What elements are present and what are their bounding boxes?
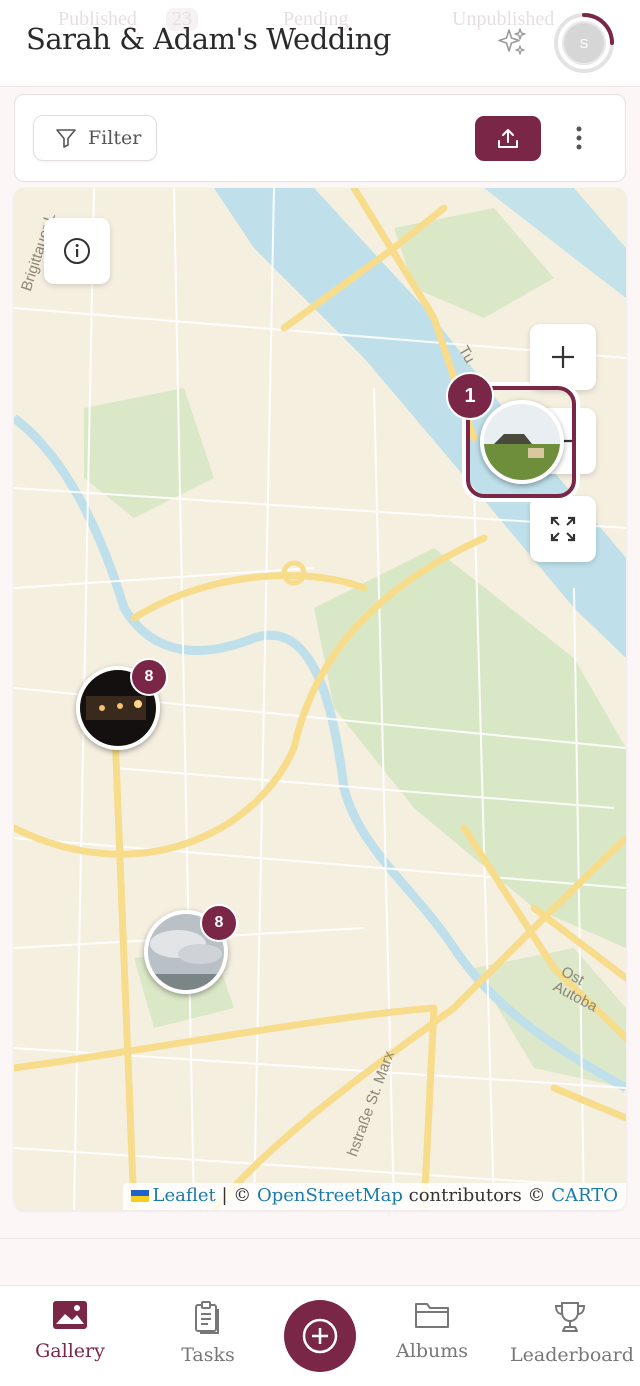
info-icon (64, 238, 90, 264)
sparkle-icon[interactable] (496, 26, 528, 58)
filter-label: Filter (88, 127, 142, 149)
add-photo-button[interactable] (284, 1300, 356, 1372)
more-options-icon[interactable] (567, 123, 591, 153)
attribution-sep: | © (215, 1185, 257, 1206)
garden-photo (484, 404, 560, 480)
map-attribution: Leaflet | © OpenStreetMap contributors ©… (122, 1183, 626, 1210)
carto-link[interactable]: CARTO (551, 1185, 618, 1206)
ukraine-flag-icon (130, 1190, 149, 1202)
app-header: Published 23 Pending Unpublished Sarah &… (0, 0, 640, 87)
gallery-toolbar: Filter (14, 94, 626, 182)
upload-button[interactable] (475, 116, 541, 161)
fullscreen-icon (550, 516, 576, 542)
bottom-navigation: Gallery Tasks Albums Leaderboard (0, 1285, 640, 1386)
plus-circle-icon (302, 1318, 338, 1354)
avatar[interactable]: S (562, 21, 606, 65)
nav-label: Tasks (181, 1344, 235, 1366)
plus-icon (552, 346, 574, 368)
photo-cluster-1[interactable] (480, 400, 564, 484)
nav-item-albums[interactable]: Albums (372, 1300, 492, 1362)
nav-label: Leaderboard (510, 1344, 634, 1366)
zoom-in-button[interactable] (530, 324, 596, 390)
nav-label: Gallery (35, 1340, 105, 1362)
nav-item-gallery[interactable]: Gallery (10, 1300, 130, 1362)
filter-button[interactable]: Filter (33, 115, 157, 161)
nav-item-leaderboard[interactable]: Leaderboard (510, 1300, 634, 1366)
nav-label: Albums (396, 1340, 468, 1362)
cluster-count-badge: 8 (200, 904, 238, 942)
info-button[interactable] (44, 218, 110, 284)
page-title: Sarah & Adam's Wedding (26, 22, 391, 56)
nav-item-tasks[interactable]: Tasks (148, 1300, 268, 1366)
fullscreen-button[interactable] (530, 496, 596, 562)
osm-link[interactable]: OpenStreetMap (257, 1185, 403, 1206)
divider (0, 1238, 640, 1239)
upload-icon (498, 128, 518, 148)
clipboard-icon (195, 1301, 219, 1334)
leaflet-link[interactable]: Leaflet (153, 1185, 216, 1206)
trophy-icon (554, 1302, 586, 1332)
cluster-count-badge: 8 (130, 658, 168, 696)
folder-icon (415, 1303, 449, 1328)
filter-icon (56, 129, 76, 148)
attribution-contributors: contributors © (402, 1185, 552, 1206)
image-icon (53, 1301, 87, 1329)
photo-map[interactable]: Brigittauer L Ost Autoba hstraße St. Mar… (14, 188, 626, 1210)
cluster-count-badge: 1 (446, 372, 494, 420)
